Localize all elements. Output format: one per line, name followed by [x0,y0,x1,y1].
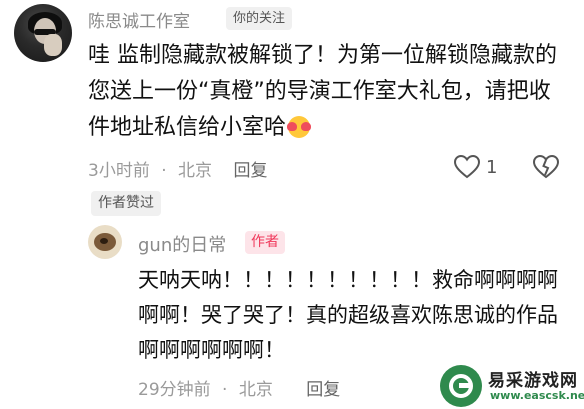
broken-heart-icon[interactable] [533,155,559,179]
avatar[interactable] [14,4,72,62]
hugging-face-emoji-icon [286,114,312,138]
reply-time: 29分钟前 [138,380,211,400]
reply-text: 天呐天呐！！！！！！！！！！救命啊啊啊啊啊啊！哭了哭了！真的超级喜欢陈思诚的作品… [138,268,558,362]
reply-location: 北京 [238,380,273,400]
like-button[interactable]: 1 [454,154,497,180]
meta-dot: · [161,161,167,181]
follow-badge: 你的关注 [226,7,293,30]
reply-button[interactable]: 回复 [233,156,267,181]
reply-avatar[interactable] [88,225,122,259]
site-watermark: 易采游戏网 www.eascsk.net [436,362,584,409]
comment-author-name[interactable]: 陈思诚工作室 [88,7,190,32]
author-liked-badge: 作者赞过 [91,191,161,216]
author-badge: 作者 [245,231,285,254]
watermark-url: www.eascsk.net [490,389,584,402]
site-logo-icon [440,365,482,407]
watermark-title: 易采游戏网 [488,371,578,391]
reply-meta: 29分钟前 · 北京 回复 [138,375,340,400]
avatar-bird-head [100,238,108,244]
comment-text: 哇 监制隐藏款被解锁了！为第一位解锁隐藏款的您送上一份“真橙”的导演工作室大礼包… [88,38,568,146]
reply-to-reply-button[interactable]: 回复 [306,380,340,400]
avatar-hand [44,34,62,56]
like-count: 1 [486,156,498,178]
comment-meta: 3小时前 · 北京 回复 [88,156,267,181]
meta-dot: · [222,380,228,400]
comment-time: 3小时前 [88,161,150,181]
comment-location: 北京 [178,161,213,181]
comment-body: 哇 监制隐藏款被解锁了！为第一位解锁隐藏款的您送上一份“真橙”的导演工作室大礼包… [88,43,557,140]
reply-author-name[interactable]: gun的日常 [138,231,226,257]
heart-icon [454,155,480,179]
